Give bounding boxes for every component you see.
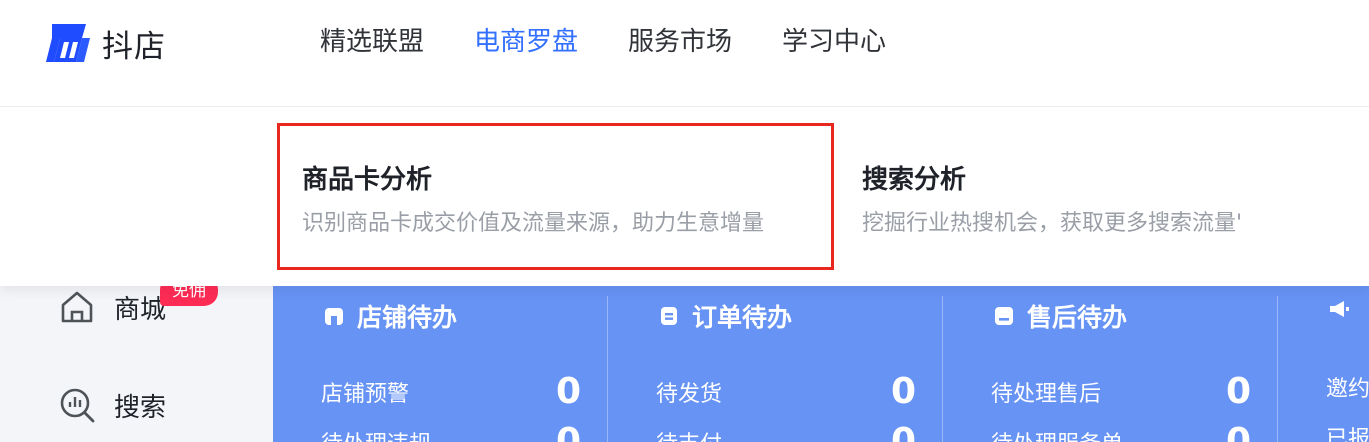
top-nav: 精选联盟 电商罗盘 服务市场 学习中心 — [320, 22, 886, 62]
sidebar-item-label: 商城 — [114, 294, 167, 325]
todo-title: 售后待办 — [1027, 303, 1128, 332]
store-icon — [325, 308, 343, 325]
todo-header: 店铺待办 — [323, 298, 457, 334]
compass-dropdown-menu: 商品卡分析 识别商品卡成交价值及流量来源，助力生意增量 搜索分析 挖掘行业热搜机… — [0, 107, 1369, 286]
nav-item-learning-center[interactable]: 学习中心 — [782, 22, 886, 62]
brand-name: 抖店 — [102, 28, 166, 65]
menu-item-title: 商品卡分析 — [302, 165, 433, 195]
sidebar-item-label: 搜索 — [114, 392, 167, 423]
todo-row-label: 待处理违规 — [321, 426, 431, 442]
megaphone-icon — [1330, 301, 1349, 317]
nav-item-service-market[interactable]: 服务市场 — [628, 22, 732, 62]
todo-row[interactable]: 待支付 0 — [656, 421, 916, 442]
todo-row-label: 待支付 — [656, 426, 722, 442]
todo-row-count: 0 — [1225, 371, 1251, 412]
menu-item-product-card-analysis[interactable]: 商品卡分析 识别商品卡成交价值及流量来源，助力生意增量 — [280, 107, 840, 286]
sidebar-item-search[interactable]: 搜索 — [58, 386, 166, 424]
todo-row-count: 0 — [890, 421, 916, 442]
todo-title: 店铺待办 — [357, 303, 458, 332]
todo-row-count: 0 — [555, 421, 581, 442]
todo-title: 订单待办 — [692, 303, 793, 332]
menu-item-search-analysis[interactable]: 搜索分析 挖掘行业热搜机会，获取更多搜索流量' — [840, 107, 1369, 286]
todo-row[interactable]: 待处理服务单 0 — [991, 421, 1251, 442]
nav-item-ecommerce-compass[interactable]: 电商罗盘 — [474, 22, 578, 62]
todo-row[interactable]: 待处理违规 0 — [321, 421, 581, 442]
todo-header: 订单待办 — [658, 298, 792, 334]
todo-row-label: 待处理售后 — [991, 381, 1102, 407]
todo-header: 售后待办 — [993, 298, 1127, 334]
todo-row[interactable]: 邀约 — [1326, 371, 1369, 403]
sidebar-item-mall[interactable]: 商城 — [58, 288, 166, 326]
todo-row-label: 已报 — [1326, 427, 1369, 442]
todo-row[interactable]: 店铺预警 0 — [321, 371, 581, 412]
todo-row-count: 0 — [1225, 421, 1251, 442]
home-icon — [61, 291, 93, 323]
todo-row-count: 0 — [890, 371, 916, 412]
todo-row-label: 待发货 — [656, 381, 723, 407]
doudian-logo-icon — [46, 24, 90, 62]
brand-logo[interactable]: 抖店 — [42, 20, 166, 66]
todo-row-count: 0 — [555, 371, 581, 412]
todo-column-aftersale: 售后待办 待处理售后 0 待处理服务单 0 — [943, 286, 1278, 442]
search-chart-icon — [60, 388, 95, 423]
menu-item-description: 识别商品卡成交价值及流量来源，助力生意增量 — [302, 211, 765, 236]
todo-row-label: 待处理服务单 — [991, 426, 1123, 442]
todo-column-order: 订单待办 待发货 0 待支付 0 — [608, 286, 943, 442]
todo-row-label: 店铺预警 — [321, 381, 410, 407]
todo-column-activity: 邀约 已报 — [1278, 286, 1369, 442]
todo-row[interactable]: 待处理售后 0 — [991, 371, 1251, 412]
menu-item-title: 搜索分析 — [862, 165, 967, 195]
top-header: 抖店 精选联盟 电商罗盘 服务市场 学习中心 — [0, 0, 1369, 107]
aftersale-icon — [995, 307, 1013, 325]
menu-item-description: 挖掘行业热搜机会，获取更多搜索流量' — [862, 211, 1243, 236]
todo-row[interactable]: 已报 — [1326, 421, 1369, 442]
todo-panel: 店铺待办 店铺预警 0 待处理违规 0 订单待办 待发货 0 待支付 — [273, 286, 1369, 442]
todo-row[interactable]: 待发货 0 — [656, 371, 916, 412]
nav-item-selected-alliance[interactable]: 精选联盟 — [320, 22, 424, 62]
todo-row-label: 邀约 — [1326, 377, 1369, 402]
todo-header — [1328, 298, 1362, 320]
todo-column-store: 店铺待办 店铺预警 0 待处理违规 0 — [273, 286, 608, 442]
order-icon — [661, 307, 677, 325]
